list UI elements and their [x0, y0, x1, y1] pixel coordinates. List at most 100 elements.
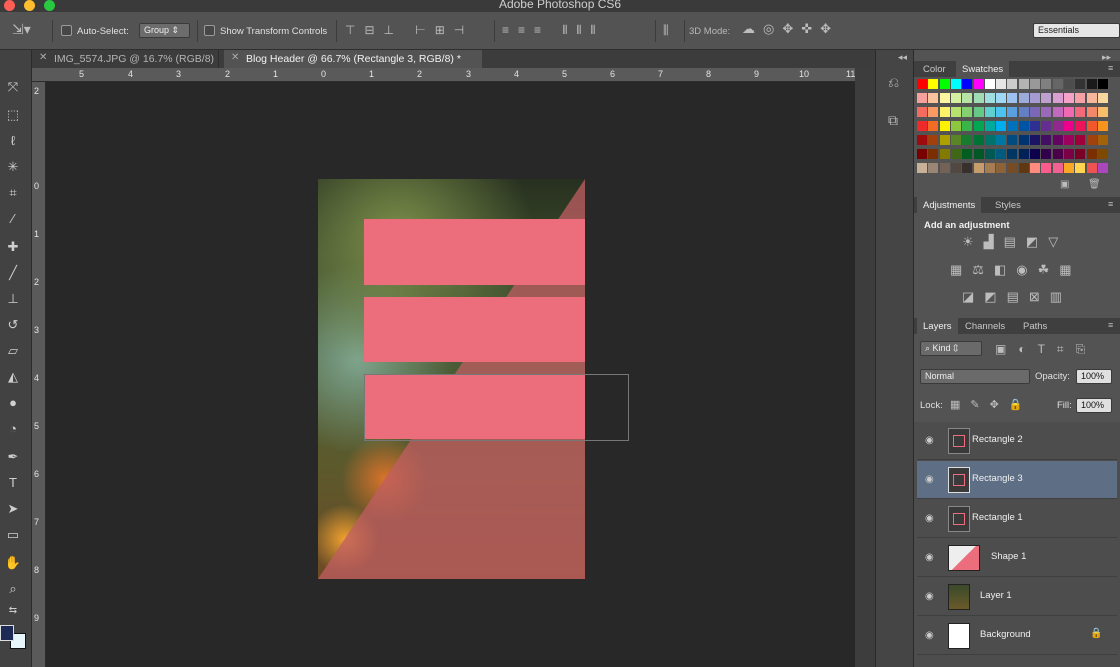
crop-tool-icon[interactable]: ⌗: [3, 184, 23, 202]
color-swatch[interactable]: [1030, 163, 1040, 173]
type-tool-icon[interactable]: T: [3, 474, 23, 492]
color-swatch[interactable]: [917, 121, 927, 131]
color-swatch[interactable]: [1063, 149, 1074, 159]
color-swatch[interactable]: [1097, 135, 1108, 145]
color-swatch[interactable]: [917, 149, 927, 159]
color-swatch[interactable]: [1063, 93, 1074, 103]
color-swatch[interactable]: [996, 121, 1007, 131]
color-swatch[interactable]: [984, 121, 995, 131]
color-swatch[interactable]: [917, 135, 927, 145]
paint-bucket-icon[interactable]: ◭: [3, 368, 23, 386]
tab-blog-header[interactable]: ✕ Blog Header @ 66.7% (Rectangle 3, RGB/8…: [224, 50, 482, 68]
auto-align-icon[interactable]: ⫼: [663, 24, 669, 36]
color-swatch[interactable]: [973, 93, 984, 103]
color-swatch[interactable]: [996, 79, 1007, 89]
color-swatch[interactable]: [1041, 149, 1052, 159]
color-swatch[interactable]: [1075, 135, 1086, 145]
color-swatch[interactable]: [928, 93, 939, 103]
dodge-tool-icon[interactable]: ◔: [3, 420, 23, 438]
color-swatch[interactable]: [1018, 93, 1029, 103]
adjustment-row-1-icons[interactable]: ☀▟▤◩▽: [962, 235, 1068, 248]
color-swatch[interactable]: [984, 79, 995, 89]
color-swatch[interactable]: [996, 135, 1007, 145]
color-swatch[interactable]: [928, 121, 939, 131]
color-swatch[interactable]: [928, 107, 939, 117]
color-swatch[interactable]: [928, 79, 939, 89]
color-swatch[interactable]: [1052, 93, 1063, 103]
visibility-eye-icon[interactable]: ◉: [925, 591, 934, 602]
color-swatch[interactable]: [984, 135, 995, 145]
close-tab-icon[interactable]: ✕: [39, 52, 47, 63]
color-swatch[interactable]: [1041, 79, 1052, 89]
visibility-eye-icon[interactable]: ◉: [925, 513, 934, 524]
shape-tool-icon[interactable]: ▭: [3, 526, 23, 544]
color-swatch[interactable]: [1030, 79, 1040, 89]
brush-tool-icon[interactable]: ╱: [3, 264, 23, 282]
color-swatch[interactable]: [939, 163, 950, 173]
color-swatch[interactable]: [1018, 163, 1029, 173]
color-swatch[interactable]: [1052, 79, 1063, 89]
quick-select-tool-icon[interactable]: ✳: [3, 158, 23, 176]
layer-filter-dropdown[interactable]: ⌕ Kind ⇕: [920, 341, 982, 356]
hand-tool-icon[interactable]: ✋: [3, 554, 23, 572]
color-swatch[interactable]: [1097, 107, 1108, 117]
color-swatch[interactable]: [1086, 135, 1097, 145]
align-icons[interactable]: ⊤⊟⊥ ⊢⊞⊣: [345, 24, 473, 36]
color-swatch[interactable]: [1075, 79, 1086, 89]
foreground-color-swatch[interactable]: [0, 625, 14, 641]
color-swatch[interactable]: [1018, 135, 1029, 145]
color-swatch[interactable]: [1018, 79, 1029, 89]
color-swatch[interactable]: [939, 107, 950, 117]
color-swatch[interactable]: [939, 79, 950, 89]
color-swatch[interactable]: [984, 107, 995, 117]
color-swatch[interactable]: [1007, 149, 1018, 159]
adjustment-row-3-icons[interactable]: ◪◩▤⊠▥: [962, 290, 1072, 303]
color-swatch[interactable]: [1041, 135, 1052, 145]
color-swatch[interactable]: [1063, 135, 1074, 145]
color-swatch[interactable]: [1041, 121, 1052, 131]
color-swatch[interactable]: [950, 163, 961, 173]
new-swatch-icon[interactable]: ▣: [1060, 179, 1069, 191]
distribute-icons[interactable]: ≡≡≡ ⫴⫴⫴: [502, 24, 604, 36]
color-swatch[interactable]: [1086, 79, 1097, 89]
color-swatch[interactable]: [1086, 163, 1097, 173]
color-swatch[interactable]: [1086, 107, 1097, 117]
color-swatch[interactable]: [1086, 93, 1097, 103]
layer-filter-icons[interactable]: ▣◐T⌗⎘: [995, 343, 1097, 355]
panel-menu-icon[interactable]: ≡: [1108, 62, 1113, 74]
panel-menu-icon[interactable]: ≡: [1108, 319, 1113, 331]
color-swatch[interactable]: [1075, 93, 1086, 103]
visibility-eye-icon[interactable]: ◉: [925, 630, 934, 641]
lock-icons[interactable]: ▦✎✥🔒: [950, 399, 1033, 411]
color-swatch[interactable]: [973, 135, 984, 145]
color-swatch[interactable]: [1041, 107, 1052, 117]
color-swatch[interactable]: [1075, 107, 1086, 117]
fill-input[interactable]: 100%: [1076, 398, 1112, 413]
path-select-icon[interactable]: ➤: [3, 500, 23, 518]
tab-img-5574[interactable]: ✕ IMG_5574.JPG @ 16.7% (RGB/8): [32, 50, 219, 68]
stamp-tool-icon[interactable]: ⊥: [3, 290, 23, 308]
color-swatch[interactable]: [950, 121, 961, 131]
color-swatch[interactable]: [1075, 121, 1086, 131]
color-swatch[interactable]: [1063, 107, 1074, 117]
color-swatch[interactable]: [1097, 149, 1108, 159]
visibility-eye-icon[interactable]: ◉: [925, 435, 934, 446]
eraser-tool-icon[interactable]: ▱: [3, 342, 23, 360]
color-swatch[interactable]: [928, 135, 939, 145]
layer-background[interactable]: ◉ Background 🔒: [917, 617, 1117, 655]
layer-shape-1[interactable]: ◉ Shape 1: [917, 539, 1117, 577]
color-swatch[interactable]: [928, 149, 939, 159]
delete-swatch-icon[interactable]: 🗑: [1088, 179, 1101, 191]
color-swatch[interactable]: [962, 135, 973, 145]
color-swatch[interactable]: [1018, 107, 1029, 117]
color-swatch[interactable]: [962, 121, 973, 131]
panel-menu-icon[interactable]: ≡: [1108, 198, 1113, 210]
workspace-dropdown[interactable]: Essentials: [1033, 23, 1120, 38]
color-swatch[interactable]: [939, 135, 950, 145]
color-swatch[interactable]: [1052, 163, 1063, 173]
color-swatch[interactable]: [1097, 121, 1108, 131]
color-swatch[interactable]: [1030, 135, 1040, 145]
color-swatch[interactable]: [973, 149, 984, 159]
collapse-arrows-icon[interactable]: ◂◂: [898, 51, 907, 63]
layer-rectangle-1[interactable]: ◉ Rectangle 1: [917, 500, 1117, 538]
